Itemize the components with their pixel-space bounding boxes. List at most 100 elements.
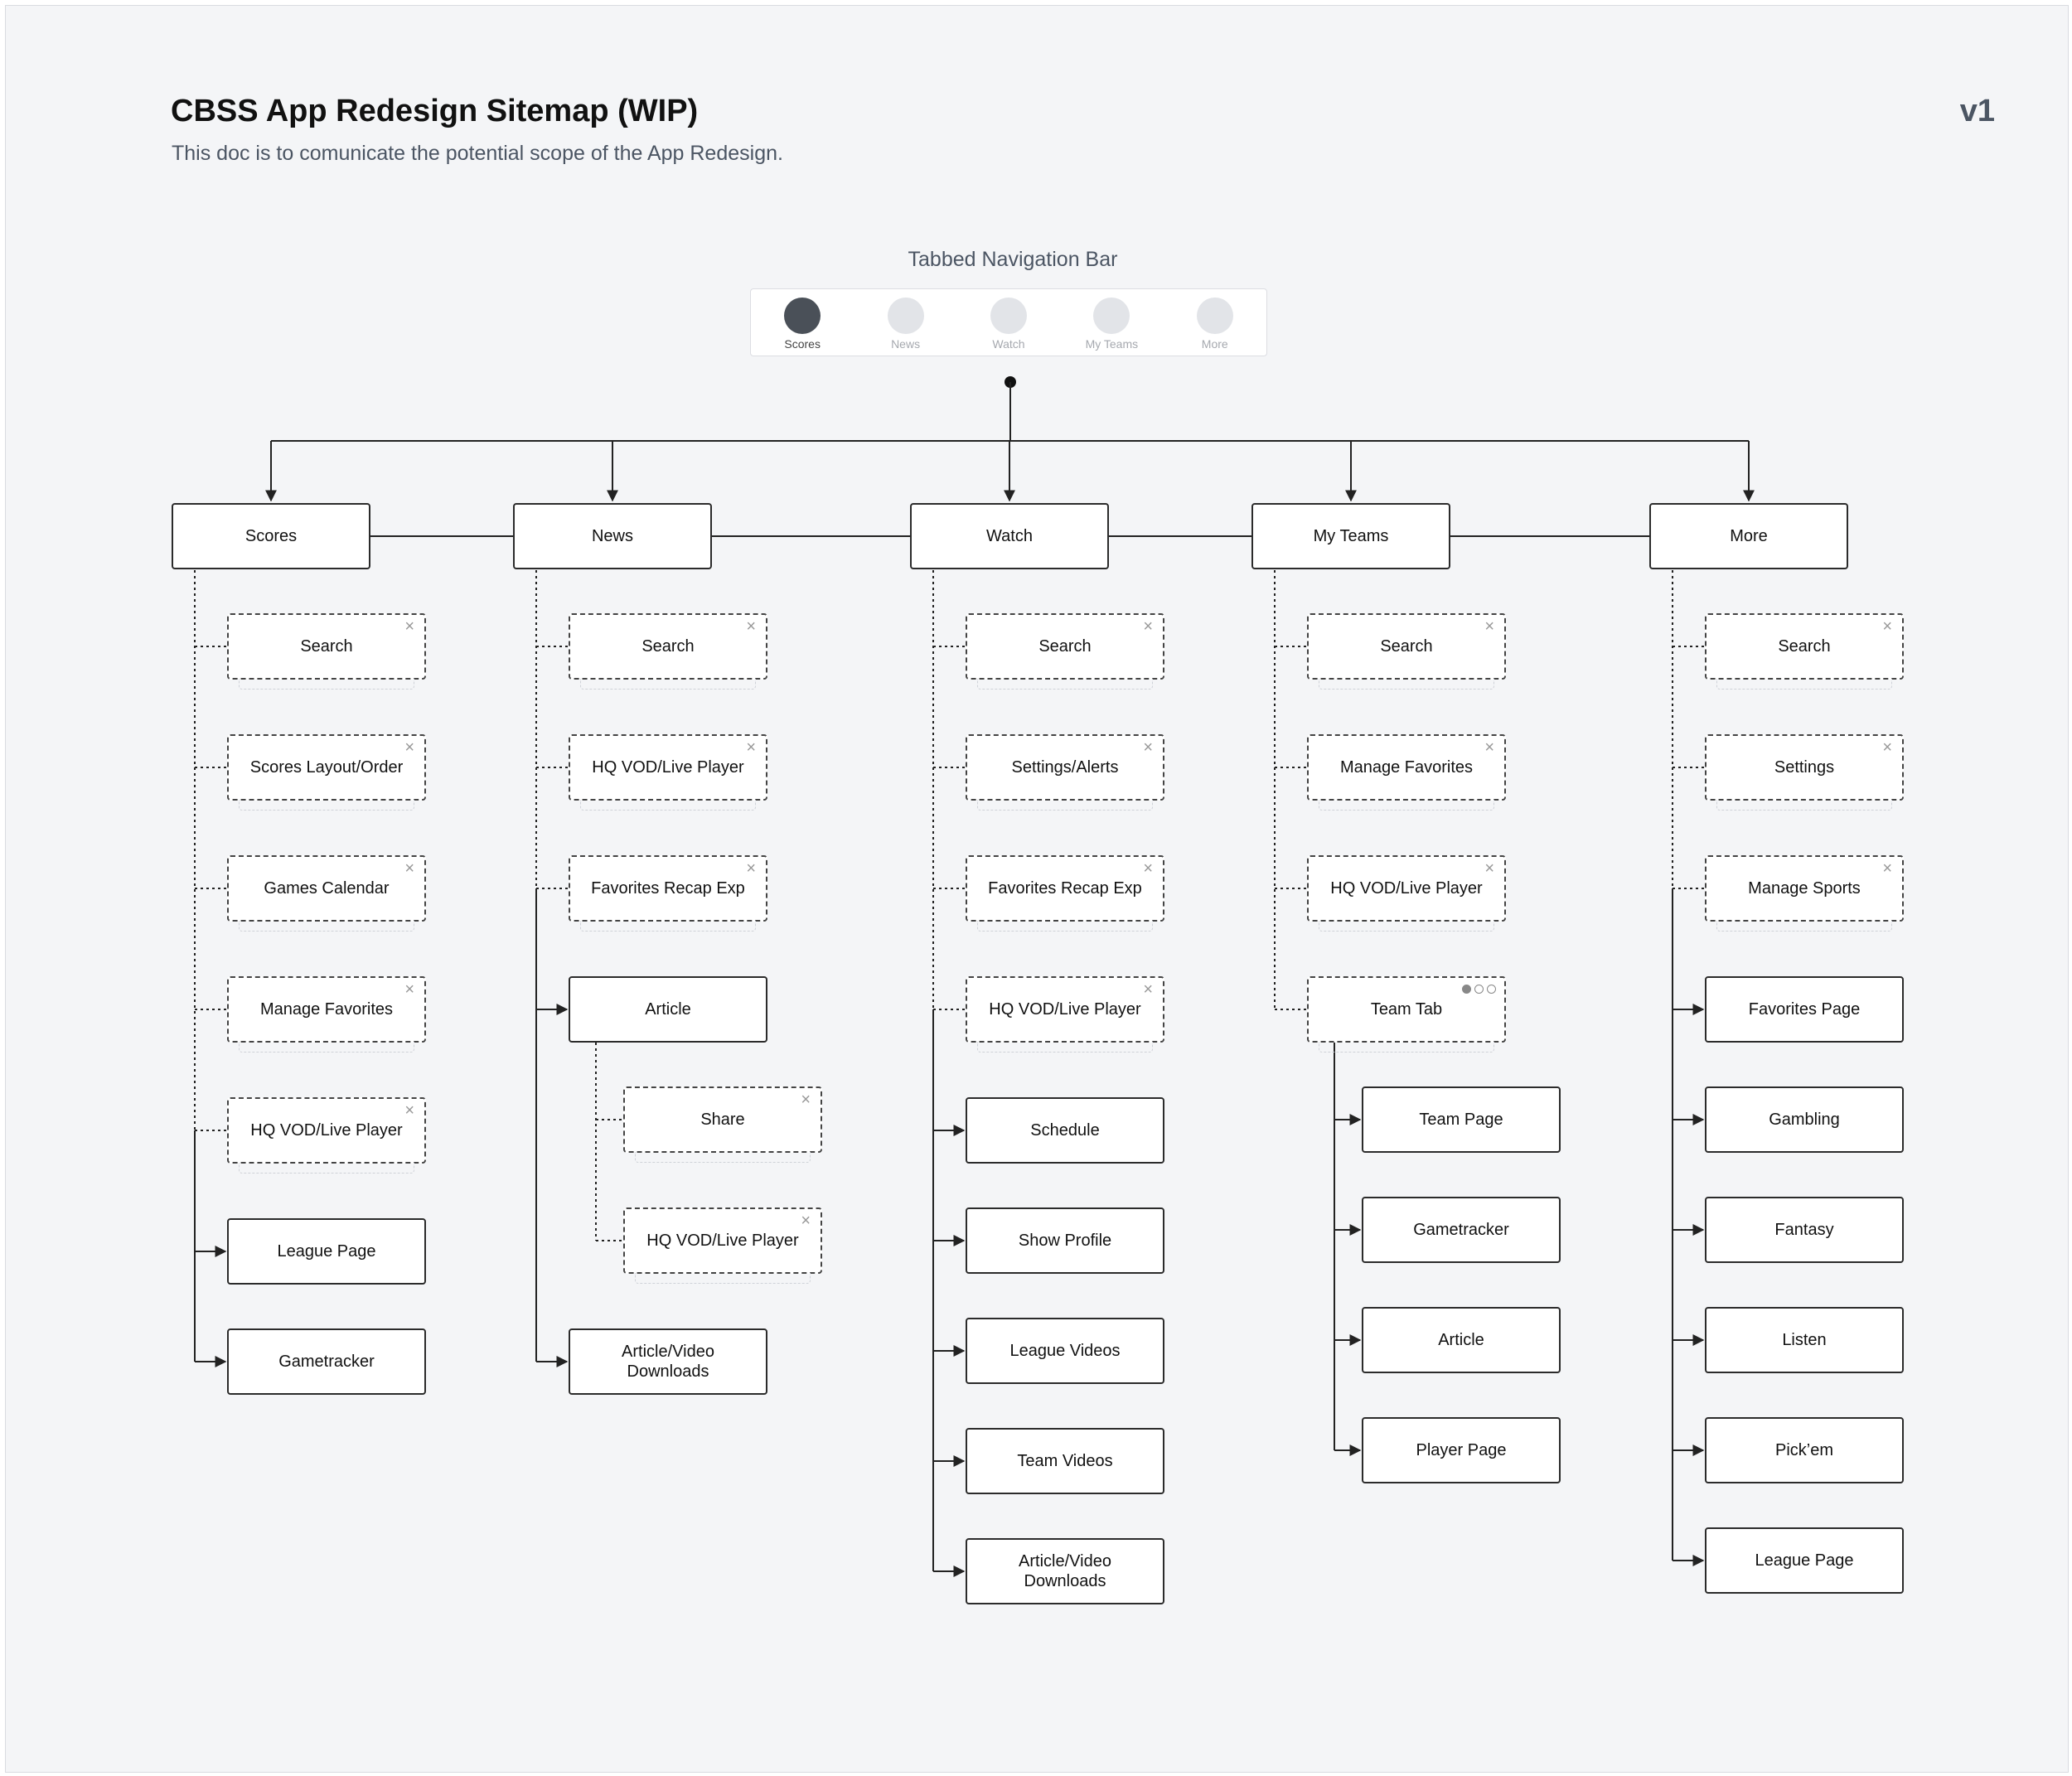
- overlay-node-search[interactable]: Search ×: [1705, 613, 1904, 690]
- node-label: Manage Favorites: [259, 1000, 394, 1019]
- close-icon: ×: [1882, 617, 1892, 636]
- close-icon: ×: [746, 617, 756, 636]
- nav-tab-scores[interactable]: Scores: [757, 289, 848, 351]
- page-node-article[interactable]: Article: [569, 976, 767, 1043]
- page-node-gametracker[interactable]: Gametracker: [1362, 1197, 1561, 1263]
- close-icon: ×: [404, 859, 414, 878]
- node-label: Settings: [1774, 758, 1835, 777]
- page-node-gametracker[interactable]: Gametracker: [227, 1328, 426, 1395]
- page-node-gambling[interactable]: Gambling: [1705, 1086, 1904, 1153]
- overlay-node-hq-player[interactable]: HQ VOD/Live Player ×: [623, 1207, 822, 1284]
- nav-tab-my-teams[interactable]: My Teams: [1066, 289, 1157, 351]
- overlay-node-search[interactable]: Search ×: [966, 613, 1164, 690]
- page-node-league-page[interactable]: League Page: [1705, 1527, 1904, 1594]
- node-label: HQ VOD/Live Player: [646, 1232, 799, 1250]
- overlay-node-manage-sports[interactable]: Manage Sports ×: [1705, 855, 1904, 932]
- page-node-schedule[interactable]: Schedule: [966, 1097, 1164, 1164]
- section-node-watch[interactable]: Watch: [910, 503, 1109, 569]
- page-node-downloads[interactable]: Article/Video Downloads: [966, 1538, 1164, 1604]
- sitemap-canvas: CBSS App Redesign Sitemap (WIP) This doc…: [5, 5, 2069, 1773]
- close-icon: ×: [404, 617, 414, 636]
- node-label: Favorites Recap Exp: [988, 879, 1142, 898]
- close-icon: ×: [801, 1091, 811, 1109]
- page-title: CBSS App Redesign Sitemap (WIP): [171, 94, 699, 128]
- close-icon: ×: [1484, 859, 1494, 878]
- node-label: HQ VOD/Live Player: [1330, 879, 1483, 898]
- overlay-node-manage-favorites[interactable]: Manage Favorites ×: [227, 976, 426, 1053]
- page-node-downloads[interactable]: Article/Video Downloads: [569, 1328, 767, 1395]
- node-label: Settings/Alerts: [1011, 758, 1119, 777]
- close-icon: ×: [801, 1212, 811, 1230]
- overlay-node-settings[interactable]: Settings ×: [1705, 734, 1904, 811]
- overlay-node-search[interactable]: Search ×: [569, 613, 767, 690]
- node-label: Search: [1778, 637, 1831, 656]
- section-node-scores[interactable]: Scores: [172, 503, 370, 569]
- page-node-pickem[interactable]: Pick’em: [1705, 1417, 1904, 1483]
- overlay-node-settings-alerts[interactable]: Settings/Alerts ×: [966, 734, 1164, 811]
- close-icon: ×: [1484, 738, 1494, 757]
- carousel-dots-icon: [1462, 985, 1496, 994]
- close-icon: ×: [404, 980, 414, 999]
- overlay-node-hq-player[interactable]: HQ VOD/Live Player ×: [966, 976, 1164, 1053]
- node-label: HQ VOD/Live Player: [250, 1121, 403, 1140]
- overlay-node-hq-player[interactable]: HQ VOD/Live Player ×: [1307, 855, 1506, 932]
- tab-label: News: [891, 337, 921, 351]
- overlay-node-manage-favorites[interactable]: Manage Favorites ×: [1307, 734, 1506, 811]
- close-icon: ×: [404, 1101, 414, 1120]
- overlay-node-hq-player[interactable]: HQ VOD/Live Player ×: [227, 1097, 426, 1174]
- close-icon: ×: [1882, 859, 1892, 878]
- close-icon: ×: [404, 738, 414, 757]
- nav-tab-watch[interactable]: Watch: [963, 289, 1054, 351]
- close-icon: ×: [1143, 859, 1153, 878]
- page-node-league-page[interactable]: League Page: [227, 1218, 426, 1285]
- close-icon: ×: [1143, 617, 1153, 636]
- node-label: Share: [700, 1111, 745, 1129]
- nav-bar-title: Tabbed Navigation Bar: [908, 248, 1118, 271]
- section-node-more[interactable]: More: [1649, 503, 1848, 569]
- node-label: Team Tab: [1370, 1000, 1443, 1019]
- node-label: Games Calendar: [264, 879, 390, 898]
- node-label: Search: [1380, 637, 1433, 656]
- overlay-node-games-calendar[interactable]: Games Calendar ×: [227, 855, 426, 932]
- page-node-favorites-page[interactable]: Favorites Page: [1705, 976, 1904, 1043]
- page-node-league-videos[interactable]: League Videos: [966, 1318, 1164, 1384]
- node-label: Search: [1038, 637, 1092, 656]
- page-node-listen[interactable]: Listen: [1705, 1307, 1904, 1373]
- close-icon: ×: [1143, 738, 1153, 757]
- nav-tab-news[interactable]: News: [860, 289, 951, 351]
- overlay-node-hq-player[interactable]: HQ VOD/Live Player ×: [569, 734, 767, 811]
- node-label: Favorites Recap Exp: [591, 879, 745, 898]
- tab-label: My Teams: [1085, 337, 1139, 351]
- node-label: Manage Sports: [1748, 879, 1861, 898]
- close-icon: ×: [1484, 617, 1494, 636]
- page-node-article[interactable]: Article: [1362, 1307, 1561, 1373]
- page-subtitle: This doc is to comunicate the potential …: [172, 142, 783, 165]
- tab-icon: [887, 298, 924, 334]
- node-label: Manage Favorites: [1339, 758, 1474, 777]
- page-node-show-profile[interactable]: Show Profile: [966, 1207, 1164, 1274]
- nav-tab-more[interactable]: More: [1169, 289, 1261, 351]
- overlay-node-share[interactable]: Share ×: [623, 1086, 822, 1163]
- close-icon: ×: [1882, 738, 1892, 757]
- overlay-node-search[interactable]: Search ×: [227, 613, 426, 690]
- version-label: v1: [1959, 94, 1995, 128]
- root-dot: [1005, 376, 1016, 388]
- page-node-player-page[interactable]: Player Page: [1362, 1417, 1561, 1483]
- page-node-fantasy[interactable]: Fantasy: [1705, 1197, 1904, 1263]
- overlay-node-favorites-recap[interactable]: Favorites Recap Exp ×: [966, 855, 1164, 932]
- overlay-node-scores-layout[interactable]: Scores Layout/Order ×: [227, 734, 426, 811]
- close-icon: ×: [746, 859, 756, 878]
- page-node-team-page[interactable]: Team Page: [1362, 1086, 1561, 1153]
- tab-icon: [784, 298, 821, 334]
- node-label: Scores Layout/Order: [249, 758, 404, 777]
- overlay-node-search[interactable]: Search ×: [1307, 613, 1506, 690]
- page-node-team-videos[interactable]: Team Videos: [966, 1428, 1164, 1494]
- carousel-node-team-tab[interactable]: Team Tab: [1307, 976, 1506, 1053]
- section-node-news[interactable]: News: [513, 503, 712, 569]
- node-label: HQ VOD/Live Player: [989, 1000, 1141, 1019]
- overlay-node-favorites-recap[interactable]: Favorites Recap Exp ×: [569, 855, 767, 932]
- node-label: Search: [300, 637, 353, 656]
- section-node-my-teams[interactable]: My Teams: [1251, 503, 1450, 569]
- node-label: Search: [641, 637, 695, 656]
- tab-label: Watch: [992, 337, 1025, 351]
